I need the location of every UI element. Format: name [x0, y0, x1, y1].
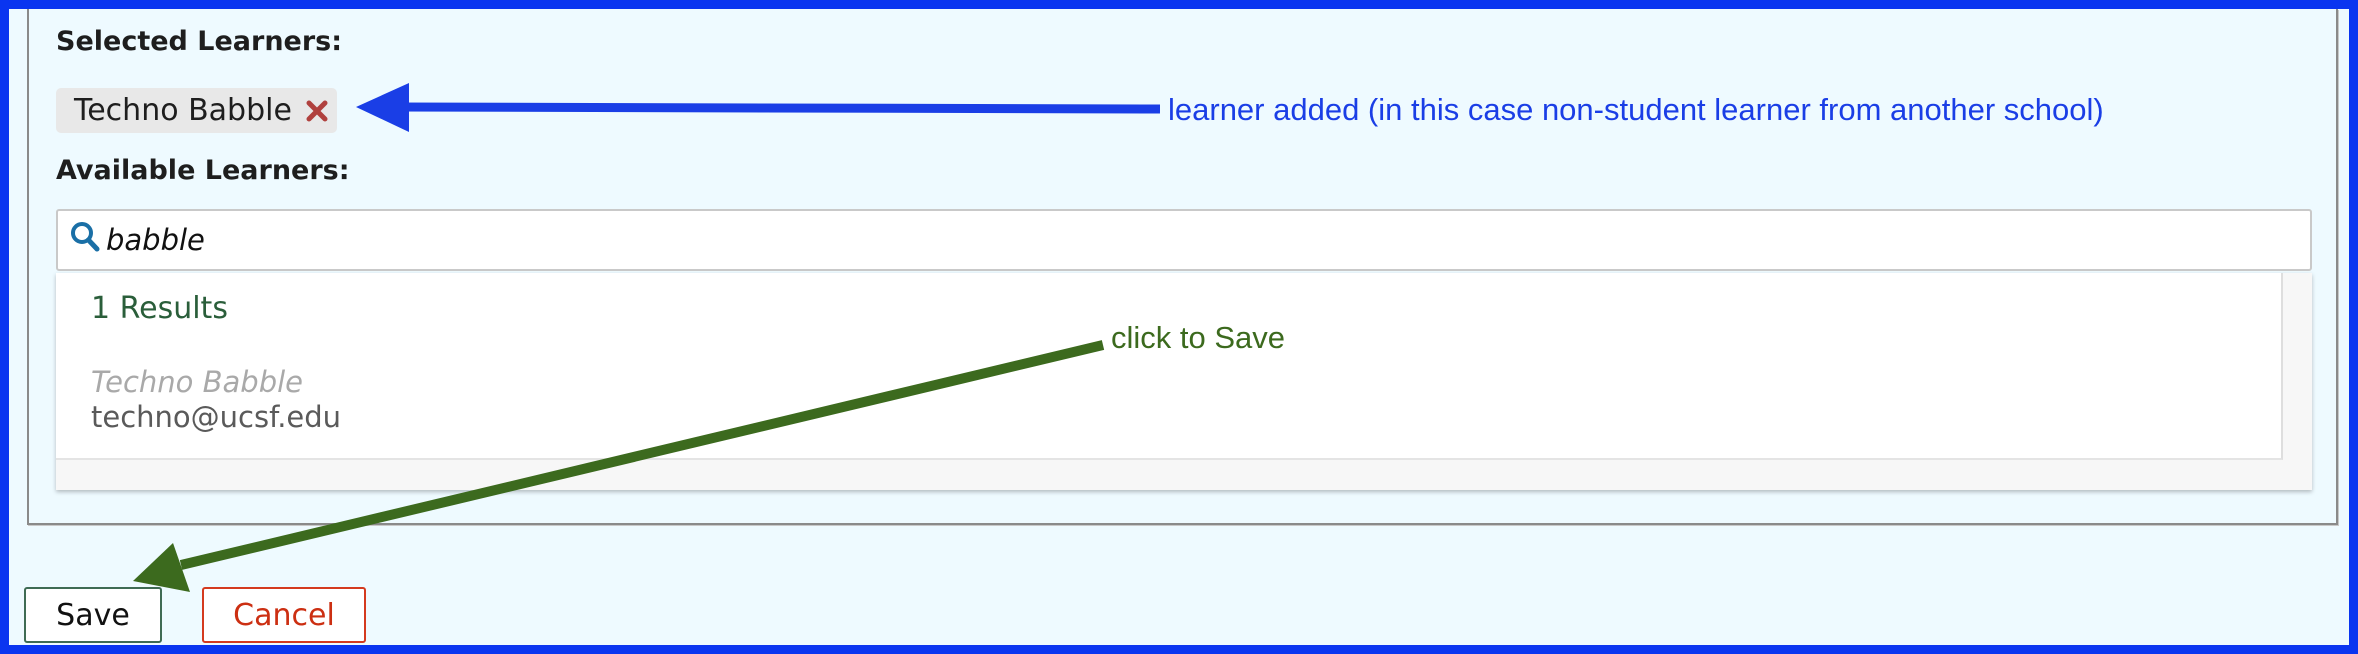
green-arrow	[133, 340, 1105, 592]
blue-arrow	[356, 83, 1161, 132]
learner-added-annotation: learner added (in this case non-student …	[1168, 92, 2104, 127]
click-to-save-annotation: click to Save	[1111, 320, 1286, 355]
